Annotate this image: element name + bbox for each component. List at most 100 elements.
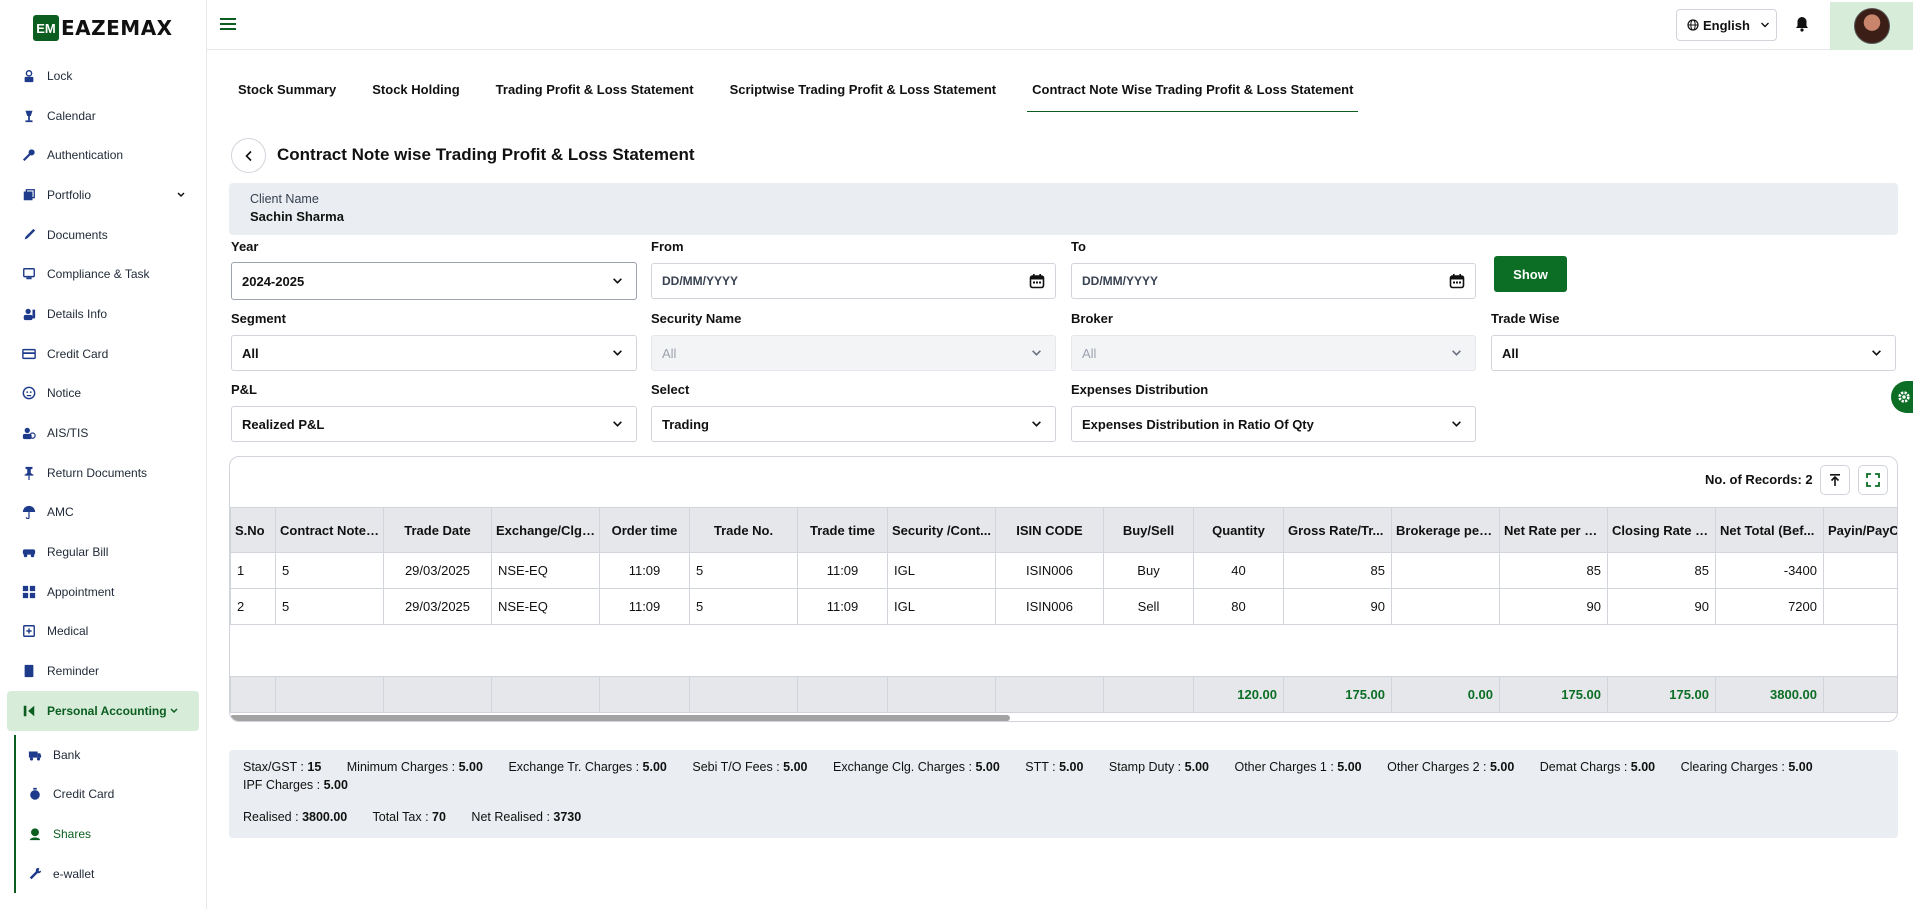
tab-contract-note-pl[interactable]: Contract Note Wise Trading Profit & Loss… [1027,76,1359,112]
page-title: Contract Note wise Trading Profit & Loss… [277,145,695,164]
cell-trade-date: 29/03/2025 [383,552,492,589]
cell-payin-payout: 7 [1823,588,1897,625]
total-net-rate: 175.00 [1499,676,1608,713]
tab-trading-pl[interactable]: Trading Profit & Loss Statement [491,76,699,112]
col-header[interactable]: Gross Rate/Tr... [1283,507,1392,553]
sidebar-item-credit-card[interactable]: Credit Card [0,334,206,374]
sidebar-item-return-documents[interactable]: Return Documents [0,453,206,493]
chevron-down-icon [177,192,185,197]
expenses-distribution-value: Expenses Distribution in Ratio Of Qty [1082,416,1314,432]
brand-logo[interactable]: EM EAZEMAX [0,0,206,56]
from-date-input[interactable]: DD/MM/YYYY [651,263,1056,299]
col-header[interactable]: Trade Date [383,507,492,553]
table-row[interactable]: 2 5 29/03/2025 NSE-EQ 11:09 5 11:09 IGL … [230,588,1897,625]
sidebar-subitem-e-wallet[interactable]: e-wallet [16,854,206,894]
tab-stock-holding[interactable]: Stock Holding [367,76,464,112]
client-info: Client Name Sachin Sharma [229,183,1898,235]
pl-select[interactable]: Realized P&L [231,406,637,442]
sidebar-item-label: Credit Card [53,787,115,802]
export-button[interactable] [1820,465,1850,495]
hamburger-menu-icon[interactable] [219,15,237,33]
chevron-down-icon [613,421,622,427]
col-header[interactable]: ISIN CODE [995,507,1104,553]
total-cell [887,676,996,713]
col-header[interactable]: Trade No. [689,507,798,553]
language-selector[interactable]: English [1676,9,1777,41]
calendar-icon[interactable] [1449,273,1465,289]
type-select[interactable]: Trading [651,406,1056,442]
tab-stock-summary[interactable]: Stock Summary [233,76,341,112]
segment-select[interactable]: All [231,335,637,371]
cell-quantity: 40 [1193,552,1284,589]
sidebar-item-personal-accounting[interactable]: Personal Accounting [7,691,199,731]
sidebar-item-notice[interactable]: Notice [0,374,206,414]
sidebar-item-reminder[interactable]: Reminder [0,651,206,691]
col-header[interactable]: Exchange/Clg.... [491,507,600,553]
col-header[interactable]: Payin/PayC [1823,507,1897,553]
notification-bell-icon[interactable] [1794,16,1810,32]
charge-sebi-fees: Sebi T/O Fees : 5.00 [692,760,808,774]
calendar-icon [22,109,36,123]
sidebar-item-calendar[interactable]: Calendar [0,96,206,136]
col-header[interactable]: Buy/Sell [1103,507,1194,553]
sidebar-subitem-shares[interactable]: Shares [16,814,206,854]
fullscreen-button[interactable] [1858,465,1888,495]
sidebar-menu: Lock Calendar Authentication Portfolio D… [0,56,206,731]
horizontal-scrollbar[interactable] [230,715,1010,721]
col-header[interactable]: Closing Rate p... [1607,507,1716,553]
sidebar-item-authentication[interactable]: Authentication [0,135,206,175]
sidebar-item-portfolio[interactable]: Portfolio [0,175,206,215]
table-row[interactable]: 1 5 29/03/2025 NSE-EQ 11:09 5 11:09 IGL … [230,552,1897,589]
settings-drawer-toggle[interactable] [1891,381,1913,413]
year-select[interactable]: 2024-2025 [231,262,637,300]
col-header[interactable]: Quantity [1193,507,1284,553]
sidebar-item-ais-tis[interactable]: AIS/TIS [0,413,206,453]
expenses-distribution-select[interactable]: Expenses Distribution in Ratio Of Qty [1071,406,1476,442]
sidebar-subitem-bank[interactable]: Bank [16,735,206,775]
total-payin-payout: 3 [1823,676,1897,713]
show-button[interactable]: Show [1494,256,1567,292]
broker-label: Broker [1071,311,1113,326]
col-header[interactable]: Trade time [797,507,888,553]
col-header[interactable]: Order time [599,507,690,553]
umbrella-icon [22,505,36,520]
sidebar-subitem-credit-card[interactable]: Credit Card [16,774,206,814]
total-cell [599,676,690,713]
sidebar-item-amc[interactable]: AMC [0,493,206,533]
sidebar-item-compliance[interactable]: Compliance & Task [0,254,206,294]
sidebar-item-lock[interactable]: Lock [0,56,206,96]
cell-net-rate: 90 [1499,588,1608,625]
lock-icon [22,69,36,83]
sidebar-item-label: AIS/TIS [47,426,89,441]
sidebar-item-details-info[interactable]: Details Info [0,294,206,334]
language-label: English [1703,17,1750,33]
sidebar-item-medical[interactable]: Medical [0,612,206,652]
col-header[interactable]: Security /Cont... [887,507,996,553]
sidebar-item-documents[interactable]: Documents [0,215,206,255]
charge-clearing: Clearing Charges : 5.00 [1680,760,1813,774]
back-button[interactable] [231,138,266,173]
col-header[interactable]: Brokerage per ... [1391,507,1500,553]
trade-wise-select[interactable]: All [1491,335,1896,371]
col-header[interactable]: S.No [230,507,276,553]
portfolio-icon [22,188,36,202]
col-header[interactable]: Contract Note ... [275,507,384,553]
chevron-down-icon [613,350,622,356]
chevron-down-icon [1760,22,1769,28]
table-scroll-area[interactable]: S.No Contract Note ... Trade Date Exchan… [230,507,1897,721]
cell-net-total: -3400 [1715,552,1824,589]
col-header[interactable]: Net Total (Bef... [1715,507,1824,553]
total-cell [689,676,798,713]
to-date-input[interactable]: DD/MM/YYYY [1071,263,1476,299]
charge-exchange-clg: Exchange Clg. Charges : 5.00 [832,760,1000,774]
total-cell [491,676,600,713]
calendar-icon[interactable] [1029,273,1045,289]
sidebar-item-regular-bill[interactable]: Regular Bill [0,532,206,572]
cell-contract-note: 5 [275,588,384,625]
sidebar-item-label: Medical [47,624,89,639]
tab-scriptwise-pl[interactable]: Scriptwise Trading Profit & Loss Stateme… [725,76,1002,112]
user-menu[interactable] [1830,2,1913,50]
charge-other-2: Other Charges 2 : 5.00 [1387,760,1515,774]
sidebar-item-appointment[interactable]: Appointment [0,572,206,612]
col-header[interactable]: Net Rate per U... [1499,507,1608,553]
